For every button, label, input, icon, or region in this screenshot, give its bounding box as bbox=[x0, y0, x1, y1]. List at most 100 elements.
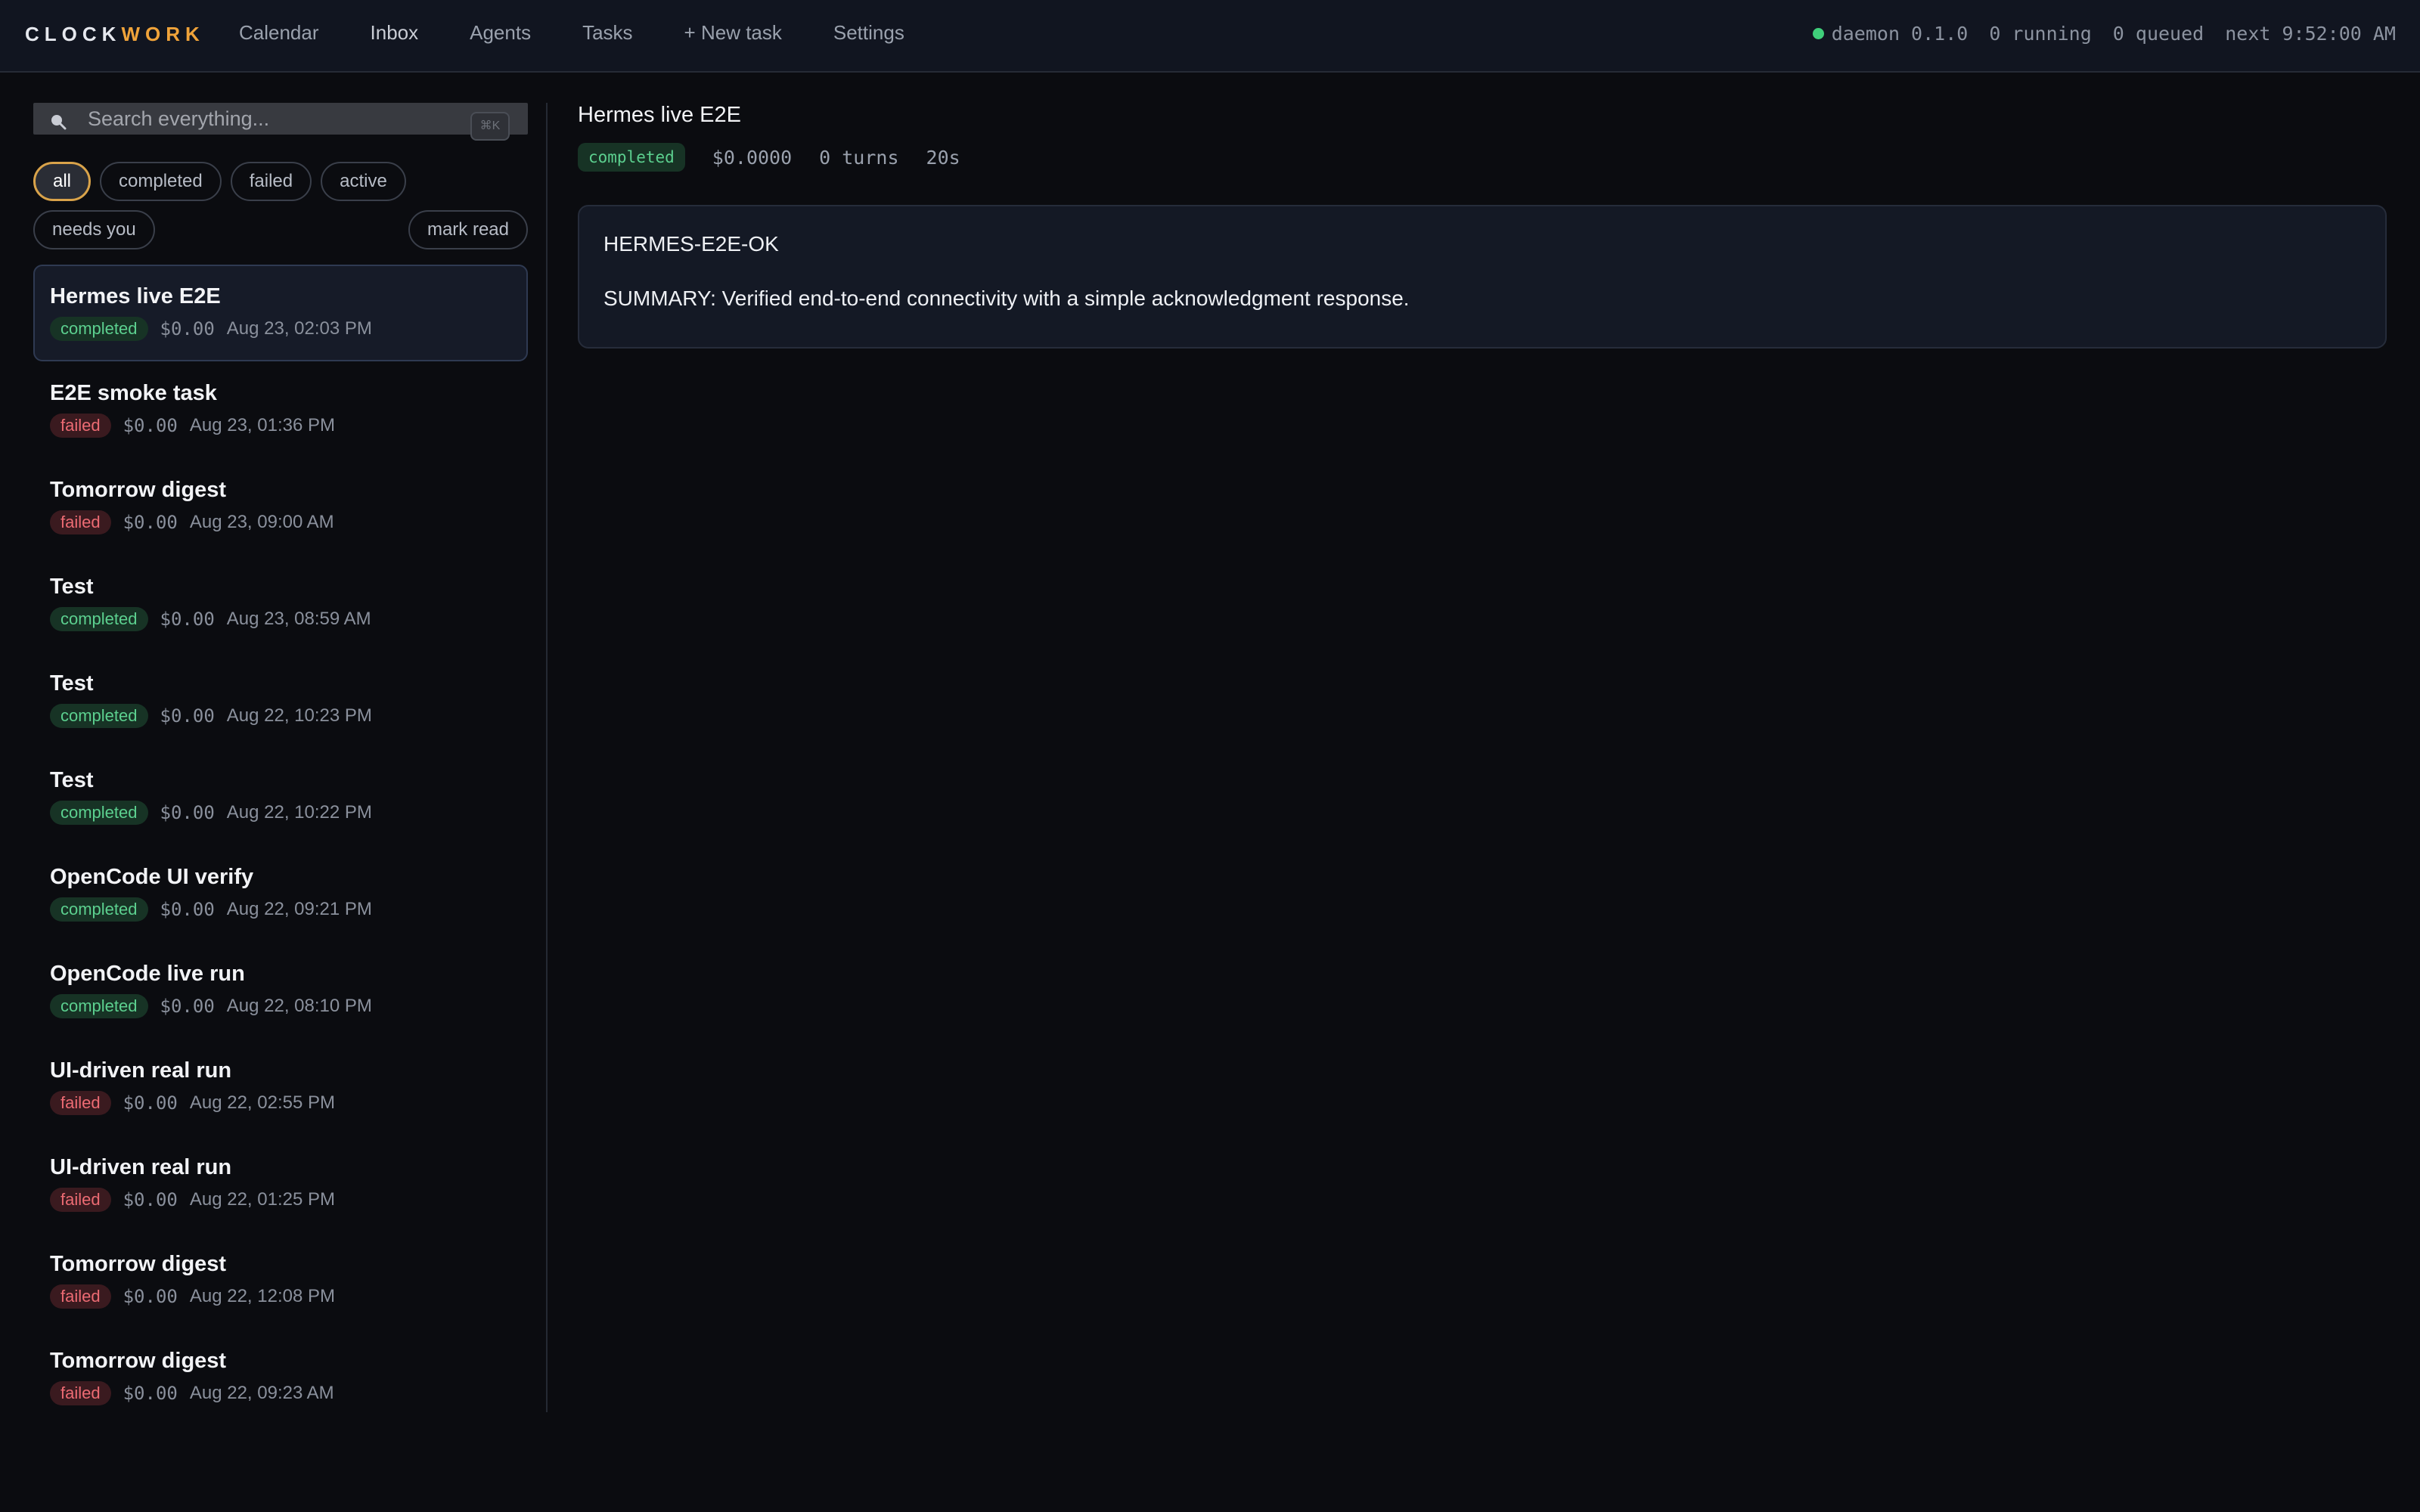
daemon-status: daemon 0.1.0 0 running 0 queued next 9:5… bbox=[1812, 23, 2396, 45]
detail-duration: 20s bbox=[926, 146, 960, 169]
nav-new-task[interactable]: + New task bbox=[684, 21, 782, 45]
status-badge: failed bbox=[50, 1188, 111, 1212]
task-title: OpenCode live run bbox=[50, 962, 245, 986]
output-line: HERMES-E2E-OK bbox=[603, 232, 779, 256]
filter-active[interactable]: active bbox=[321, 162, 406, 201]
task-time: Aug 22, 10:23 PM bbox=[226, 705, 372, 726]
task-item[interactable]: OpenCode live run completed $0.00 Aug 22… bbox=[33, 942, 528, 1039]
task-item[interactable]: Tomorrow digest failed $0.00 Aug 22, 12:… bbox=[33, 1232, 528, 1329]
detail-meta: completed $0.0000 0 turns 20s bbox=[578, 143, 2387, 172]
task-time: Aug 23, 09:00 AM bbox=[189, 512, 334, 532]
brand-logo[interactable]: CLOCKWORK bbox=[25, 23, 205, 46]
status-badge: completed bbox=[50, 704, 148, 728]
task-item[interactable]: Test completed $0.00 Aug 22, 10:23 PM bbox=[33, 652, 528, 748]
filter-needs-you[interactable]: needs you bbox=[33, 210, 155, 249]
task-time: Aug 23, 01:36 PM bbox=[189, 415, 335, 435]
brand-part1: CLOCK bbox=[25, 23, 122, 45]
filter-failed[interactable]: failed bbox=[230, 162, 312, 201]
task-time: Aug 22, 12:08 PM bbox=[189, 1286, 335, 1306]
task-item[interactable]: Test completed $0.00 Aug 22, 10:22 PM bbox=[33, 748, 528, 845]
task-item[interactable]: Hermes live E2E completed $0.00 Aug 23, … bbox=[33, 265, 528, 361]
mark-read-button[interactable]: mark read bbox=[408, 210, 528, 249]
status-filters: all completed failed active bbox=[33, 162, 528, 201]
task-title: E2E smoke task bbox=[50, 381, 217, 405]
task-time: Aug 23, 02:03 PM bbox=[226, 318, 372, 339]
status-badge: failed bbox=[50, 510, 111, 534]
task-time: Aug 22, 08:10 PM bbox=[226, 996, 372, 1016]
task-cost: $0.00 bbox=[160, 899, 215, 920]
detail-title: Hermes live E2E bbox=[578, 103, 741, 127]
task-item[interactable]: UI-driven real run failed $0.00 Aug 22, … bbox=[33, 1039, 528, 1136]
task-item[interactable]: E2E smoke task failed $0.00 Aug 23, 01:3… bbox=[33, 361, 528, 458]
task-time: Aug 22, 01:25 PM bbox=[189, 1189, 335, 1210]
task-cost: $0.00 bbox=[123, 1189, 178, 1210]
task-cost: $0.00 bbox=[160, 609, 215, 630]
task-time: Aug 22, 09:21 PM bbox=[226, 899, 372, 919]
task-cost: $0.00 bbox=[160, 705, 215, 727]
daemon-version: daemon 0.1.0 bbox=[1831, 23, 1969, 45]
detail-cost: $0.0000 bbox=[712, 146, 793, 169]
task-title: UI-driven real run bbox=[50, 1155, 232, 1179]
running-count: 0 running bbox=[1989, 23, 2092, 45]
task-cost: $0.00 bbox=[123, 1286, 178, 1307]
task-item[interactable]: Tomorrow digest failed $0.00 Aug 23, 09:… bbox=[33, 458, 528, 555]
status-badge: failed bbox=[50, 414, 111, 438]
task-time: Aug 23, 08:59 AM bbox=[226, 609, 371, 629]
task-output: HERMES-E2E-OK SUMMARY: Verified end-to-e… bbox=[578, 205, 2387, 349]
task-time: Aug 22, 02:55 PM bbox=[189, 1092, 335, 1113]
task-time: Aug 22, 10:22 PM bbox=[226, 802, 372, 823]
filter-all[interactable]: all bbox=[33, 162, 92, 201]
top-bar: CLOCKWORK Calendar Inbox Agents Tasks + … bbox=[0, 0, 2420, 73]
task-cost: $0.00 bbox=[123, 1383, 178, 1404]
status-badge: completed bbox=[50, 897, 148, 922]
output-summary: SUMMARY: Verified end-to-end connectivit… bbox=[603, 287, 1410, 310]
status-badge: completed bbox=[50, 317, 148, 341]
task-title: Tomorrow digest bbox=[50, 1349, 227, 1373]
main-nav: Calendar Inbox Agents Tasks + New task S… bbox=[239, 21, 956, 45]
status-badge: completed bbox=[50, 994, 148, 1018]
task-item[interactable]: OpenCode UI verify completed $0.00 Aug 2… bbox=[33, 845, 528, 942]
pane-divider bbox=[546, 103, 548, 1412]
task-title: UI-driven real run bbox=[50, 1058, 232, 1083]
task-title: Test bbox=[50, 671, 94, 696]
detail-turns: 0 turns bbox=[819, 146, 899, 169]
status-badge: completed bbox=[50, 607, 148, 631]
task-cost: $0.00 bbox=[123, 512, 178, 533]
task-title: Tomorrow digest bbox=[50, 478, 227, 502]
task-cost: $0.00 bbox=[123, 415, 178, 436]
status-dot-icon bbox=[1812, 28, 1824, 39]
filter-completed[interactable]: completed bbox=[100, 162, 222, 201]
task-cost: $0.00 bbox=[160, 802, 215, 823]
secondary-filters: needs you mark read bbox=[33, 210, 528, 249]
nav-settings[interactable]: Settings bbox=[833, 21, 904, 45]
task-detail-pane: Hermes live E2E completed $0.0000 0 turn… bbox=[578, 103, 2387, 349]
task-cost: $0.00 bbox=[123, 1092, 178, 1114]
next-run: next 9:52:00 AM bbox=[2225, 23, 2396, 45]
status-badge: failed bbox=[50, 1091, 111, 1115]
task-title: Test bbox=[50, 575, 94, 599]
task-cost: $0.00 bbox=[160, 996, 215, 1017]
nav-agents[interactable]: Agents bbox=[470, 21, 531, 45]
task-title: OpenCode UI verify bbox=[50, 865, 254, 889]
inbox-list-pane: Search everything... ⌘K all completed fa… bbox=[33, 103, 528, 1426]
status-badge: failed bbox=[50, 1284, 111, 1309]
nav-tasks[interactable]: Tasks bbox=[582, 21, 632, 45]
search-icon bbox=[51, 115, 67, 130]
status-badge: completed bbox=[50, 801, 148, 825]
task-cost: $0.00 bbox=[160, 318, 215, 339]
nav-inbox[interactable]: Inbox bbox=[371, 21, 419, 45]
task-item[interactable]: UI-driven real run failed $0.00 Aug 22, … bbox=[33, 1136, 528, 1232]
task-title: Test bbox=[50, 768, 94, 792]
search-shortcut-key: ⌘K bbox=[470, 112, 510, 141]
task-title: Hermes live E2E bbox=[50, 284, 221, 308]
task-item[interactable]: Test completed $0.00 Aug 23, 08:59 AM bbox=[33, 555, 528, 652]
task-list: Hermes live E2E completed $0.00 Aug 23, … bbox=[33, 265, 528, 1426]
queued-count: 0 queued bbox=[2112, 23, 2204, 45]
brand-part2: WORK bbox=[121, 23, 205, 45]
search-input[interactable]: Search everything... ⌘K bbox=[33, 103, 528, 141]
task-title: Tomorrow digest bbox=[50, 1252, 227, 1276]
task-item[interactable]: Tomorrow digest failed $0.00 Aug 22, 09:… bbox=[33, 1329, 528, 1426]
search-placeholder: Search everything... bbox=[88, 107, 270, 130]
status-badge: failed bbox=[50, 1381, 111, 1405]
nav-calendar[interactable]: Calendar bbox=[239, 21, 319, 45]
